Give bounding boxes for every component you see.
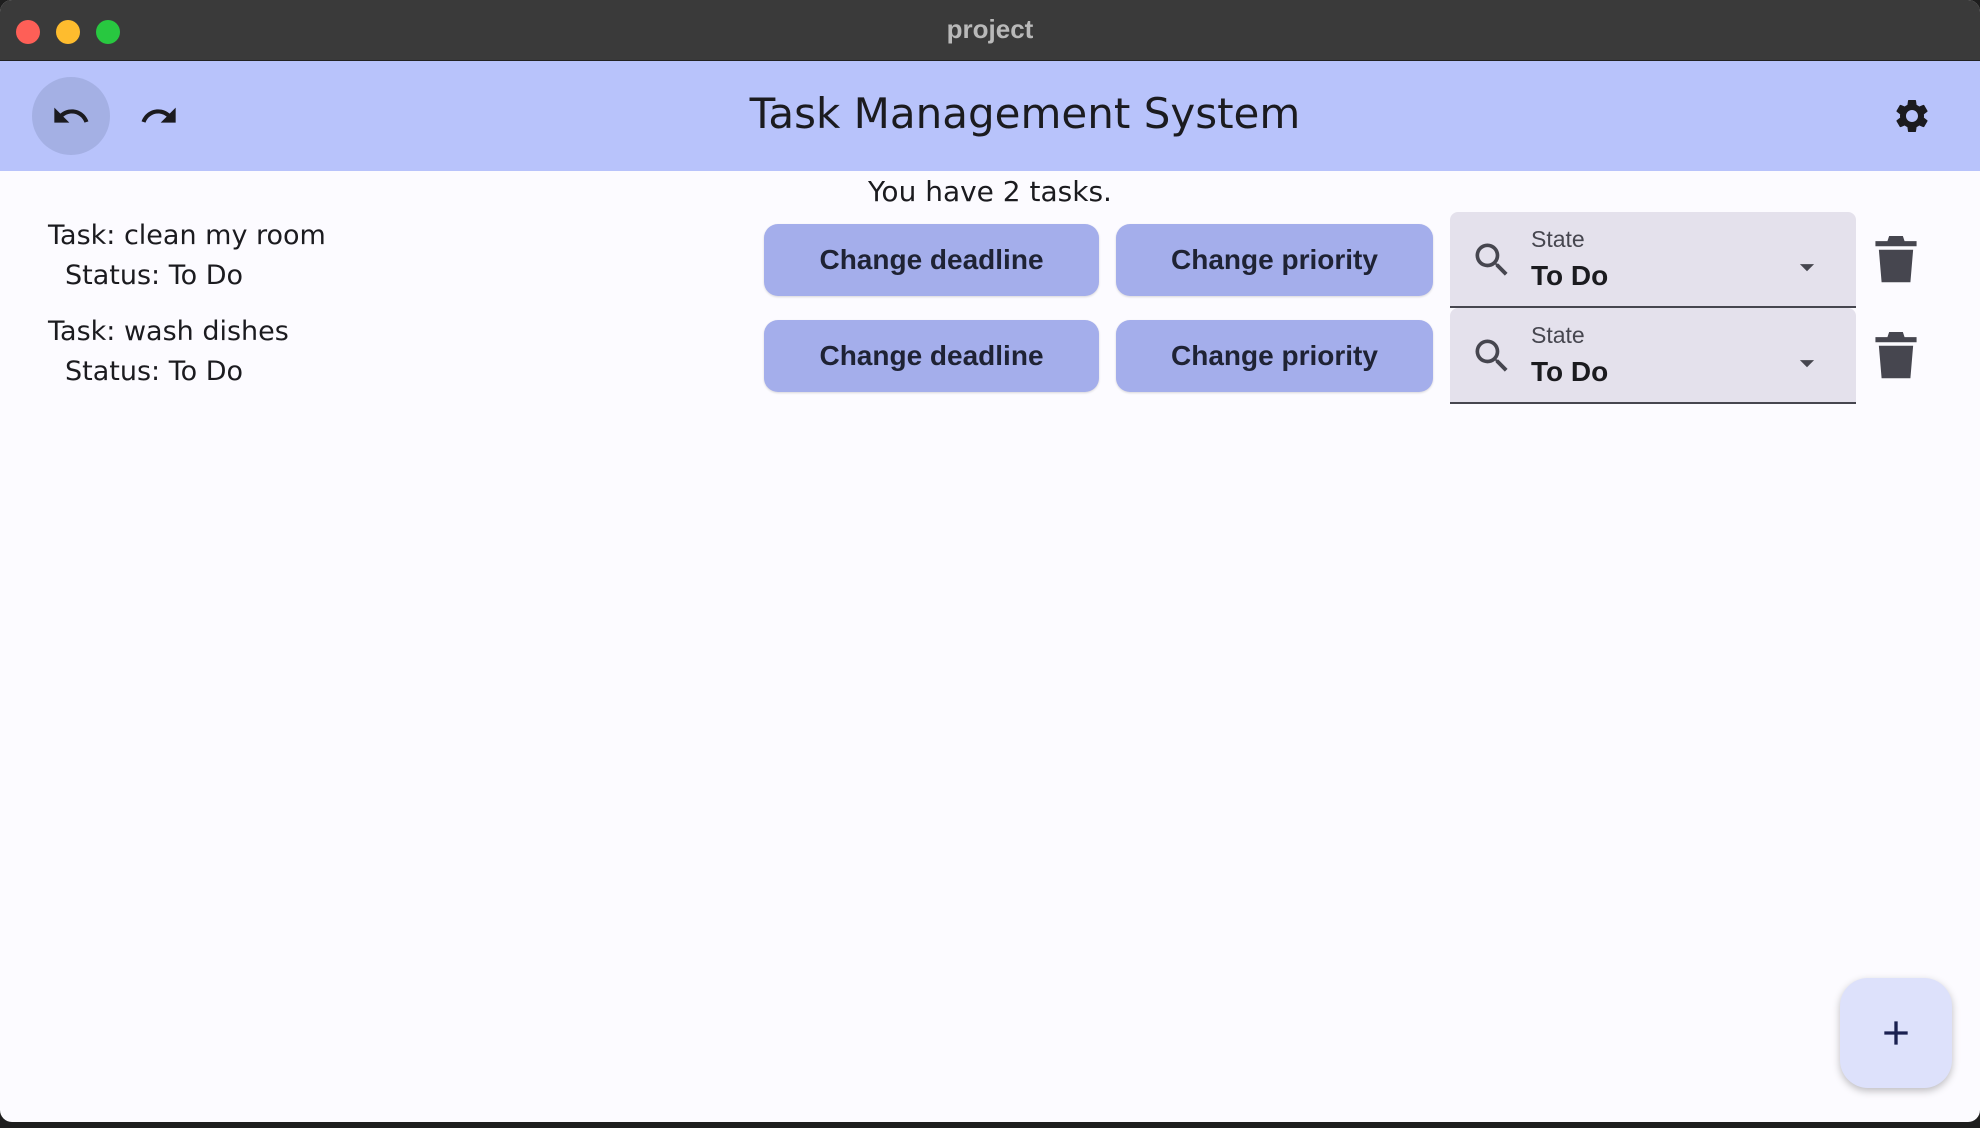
state-dropdown[interactable]: State To Do (1450, 212, 1856, 308)
search-icon (1475, 339, 1508, 372)
task-count-summary: You have 2 tasks. (868, 175, 1112, 208)
task-row: Task: wash dishes Status: To Do Change d… (0, 308, 1980, 404)
delete-task-button[interactable] (1875, 332, 1917, 380)
page-title: Task Management System (749, 89, 1301, 138)
task-status: Status: To Do (65, 356, 244, 387)
state-field-value: To Do (1531, 356, 1609, 387)
task-name: Task: wash dishes (48, 316, 289, 347)
change-deadline-button[interactable]: Change deadline (764, 224, 1099, 296)
state-field-label: State (1531, 322, 1585, 348)
plus-icon (1884, 1021, 1908, 1045)
state-dropdown[interactable]: State To Do (1450, 308, 1856, 404)
task-row: Task: clean my room Status: To Do Change… (0, 212, 1980, 308)
change-priority-button[interactable]: Change priority (1116, 224, 1433, 296)
state-field-label: State (1531, 226, 1585, 252)
search-icon (1475, 243, 1508, 276)
state-field-value: To Do (1531, 260, 1609, 291)
change-priority-button[interactable]: Change priority (1116, 320, 1433, 392)
chevron-down-icon (1799, 264, 1815, 272)
window-titlebar: project (0, 0, 1980, 61)
task-status: Status: To Do (65, 260, 244, 291)
task-name: Task: clean my room (48, 220, 326, 251)
delete-task-button[interactable] (1875, 236, 1917, 284)
change-deadline-button[interactable]: Change deadline (764, 320, 1099, 392)
app-bar: Task Management System (0, 61, 1980, 171)
add-task-button[interactable] (1840, 978, 1952, 1088)
chevron-down-icon (1799, 360, 1815, 368)
app-window: project Task Management System You have … (0, 0, 1980, 1122)
gear-icon (1896, 99, 1928, 132)
settings-button[interactable] (1873, 77, 1951, 155)
window-title: project (946, 14, 1034, 44)
